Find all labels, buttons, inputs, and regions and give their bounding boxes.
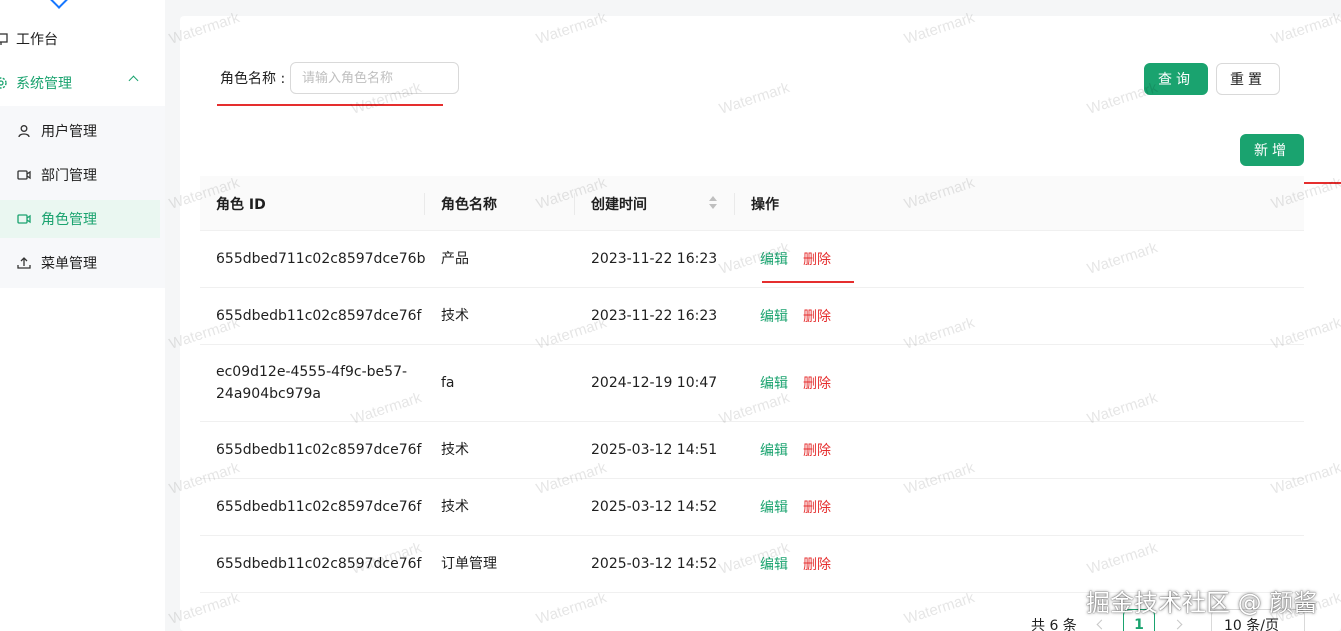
role-name-label: 角色名称 : <box>220 71 286 87</box>
created-time: 2025-03-12 14:52 <box>591 556 718 572</box>
created-time: 2025-03-12 14:51 <box>591 442 718 458</box>
table-row: 655dbedb11c02c8597dce76f 技术 2025-03-12 1… <box>200 479 1304 536</box>
annotation-underline <box>762 281 854 283</box>
sidebar-item-workbench[interactable]: 工作台 <box>0 17 159 61</box>
edit-link[interactable]: 编辑 <box>760 306 788 326</box>
role-name: 订单管理 <box>441 556 497 572</box>
upload-icon <box>17 256 31 270</box>
table-row: 655dbed711c02c8597dce76b 产品 2023-11-22 1… <box>200 231 1304 288</box>
role-id: ec09d12e-4555-4f9c-be57- <box>216 364 408 380</box>
delete-link[interactable]: 删除 <box>803 306 831 326</box>
video-icon <box>17 168 31 182</box>
table-row: 655dbedb11c02c8597dce76f 技术 2023-11-22 1… <box>200 288 1304 345</box>
delete-link[interactable]: 删除 <box>803 249 831 269</box>
edit-link[interactable]: 编辑 <box>760 440 788 460</box>
sort-icon[interactable] <box>709 195 717 211</box>
column-header-actions: 操作 <box>751 196 779 213</box>
role-id: 655dbedb11c02c8597dce76f <box>216 556 422 572</box>
sidebar-item-roles[interactable]: 角色管理 <box>0 200 160 238</box>
user-icon <box>17 124 31 138</box>
pagination-total: 共 6 条 <box>1031 618 1077 631</box>
role-name-input[interactable] <box>290 62 459 94</box>
system-submenu: 用户管理 部门管理 角色管理 菜单管理 <box>0 106 165 288</box>
delete-link[interactable]: 删除 <box>803 440 831 460</box>
sidebar-item-label: 用户管理 <box>41 124 97 140</box>
created-time: 2023-11-22 16:23 <box>591 251 718 267</box>
annotation-underline <box>217 104 443 106</box>
sidebar-item-label: 菜单管理 <box>41 256 97 272</box>
table-row: ec09d12e-4555-4f9c-be57- 24a904bc979a fa… <box>200 345 1304 422</box>
role-name: 技术 <box>441 442 469 458</box>
reset-button[interactable]: 重置 <box>1216 63 1280 95</box>
column-divider <box>734 193 735 215</box>
monitor-icon <box>0 32 8 46</box>
column-header-created[interactable]: 创建时间 <box>591 176 647 231</box>
delete-link[interactable]: 删除 <box>803 554 831 574</box>
gear-icon <box>0 76 8 90</box>
role-name: fa <box>441 375 455 391</box>
column-divider <box>424 193 425 215</box>
sidebar-group-system[interactable]: 系统管理 <box>0 61 159 105</box>
role-id-continued: 24a904bc979a <box>216 386 321 402</box>
edit-link[interactable]: 编辑 <box>760 249 788 269</box>
sidebar-item-label: 角色管理 <box>41 212 97 228</box>
role-id: 655dbedb11c02c8597dce76f <box>216 499 422 515</box>
sidebar-group-label: 系统管理 <box>16 76 72 92</box>
source-credit: 掘金技术社区 @ 颜酱 <box>1086 589 1318 617</box>
edit-link[interactable]: 编辑 <box>760 554 788 574</box>
table-header: 角色 ID 角色名称 创建时间 操作 <box>200 176 1304 231</box>
role-name: 技术 <box>441 308 469 324</box>
sidebar-item-menus[interactable]: 菜单管理 <box>0 244 160 282</box>
created-time: 2023-11-22 16:23 <box>591 308 718 324</box>
role-id: 655dbedb11c02c8597dce76f <box>216 442 422 458</box>
role-id: 655dbedb11c02c8597dce76f <box>216 308 422 324</box>
video-icon <box>17 212 31 226</box>
role-id: 655dbed711c02c8597dce76b <box>216 251 426 267</box>
add-role-button[interactable]: 新增 <box>1240 134 1304 166</box>
query-button[interactable]: 查询 <box>1144 63 1208 95</box>
sidebar-item-label: 部门管理 <box>41 168 97 184</box>
sidebar-item-departments[interactable]: 部门管理 <box>0 156 160 194</box>
column-header-id: 角色 ID <box>216 196 266 213</box>
role-name: 产品 <box>441 251 469 267</box>
sidebar: 工作台 系统管理 用户管理 部门管理 角色管理 菜单管理 <box>0 0 165 631</box>
table-row: 655dbedb11c02c8597dce76f 技术 2025-03-12 1… <box>200 422 1304 479</box>
logo <box>49 0 69 9</box>
sidebar-item-label: 工作台 <box>16 32 58 48</box>
role-name: 技术 <box>441 499 469 515</box>
delete-link[interactable]: 删除 <box>803 373 831 393</box>
column-header-name: 角色名称 <box>441 196 497 213</box>
content-background <box>165 0 1341 16</box>
sidebar-item-users[interactable]: 用户管理 <box>0 112 160 150</box>
column-divider <box>574 193 575 215</box>
edit-link[interactable]: 编辑 <box>760 497 788 517</box>
edit-link[interactable]: 编辑 <box>760 373 788 393</box>
chevron-up-icon[interactable] <box>128 75 139 86</box>
created-time: 2025-03-12 14:52 <box>591 499 718 515</box>
created-time: 2024-12-19 10:47 <box>591 375 718 391</box>
delete-link[interactable]: 删除 <box>803 497 831 517</box>
